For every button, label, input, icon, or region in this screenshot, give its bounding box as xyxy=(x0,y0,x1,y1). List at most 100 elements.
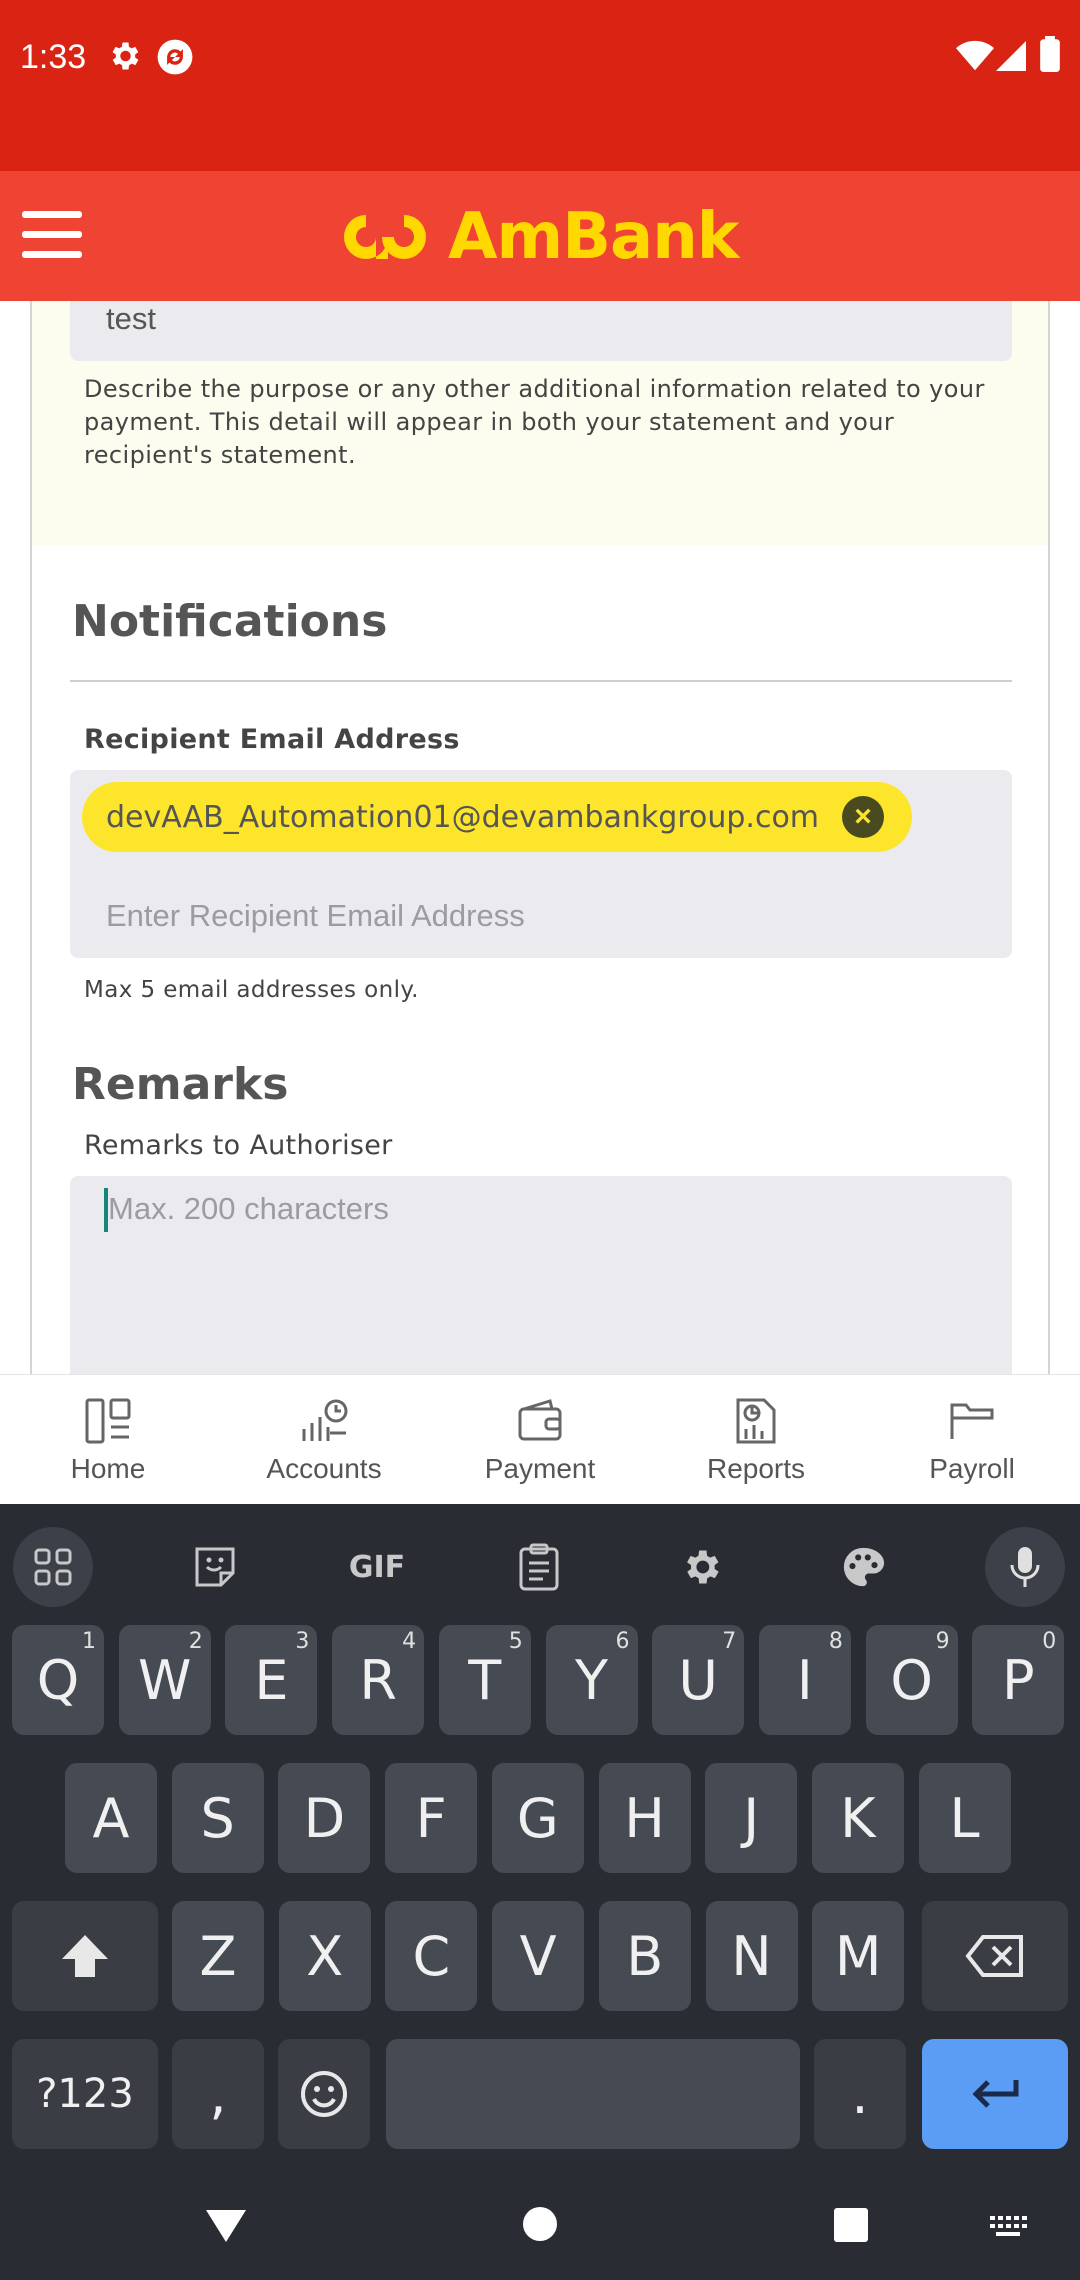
home-circle-icon[interactable] xyxy=(520,2204,560,2244)
key-u[interactable]: U7 xyxy=(652,1625,745,1735)
key-d[interactable]: D xyxy=(278,1763,371,1873)
clipboard-icon[interactable] xyxy=(499,1527,579,1607)
payment-details-section: test Describe the purpose or any other a… xyxy=(32,301,1048,545)
palette-icon[interactable] xyxy=(823,1527,903,1607)
signal-icon xyxy=(996,41,1026,71)
status-bar: 1:33 xyxy=(0,0,1080,171)
payment-reference-field[interactable]: test xyxy=(70,301,1012,361)
key-f[interactable]: F xyxy=(385,1763,478,1873)
backspace-key[interactable] xyxy=(922,1901,1068,2011)
period-key[interactable]: . xyxy=(814,2039,906,2149)
email-limit-hint: Max 5 email addresses only. xyxy=(84,977,419,1003)
key-label: Y xyxy=(575,1648,608,1712)
hamburger-menu-icon[interactable] xyxy=(22,211,82,261)
key-hint: 2 xyxy=(188,1629,203,1654)
gif-icon[interactable]: GIF xyxy=(337,1527,417,1607)
remarks-textarea[interactable]: Max. 200 characters xyxy=(70,1176,1012,1374)
key-i[interactable]: I8 xyxy=(758,1625,851,1735)
payment-reference-value: test xyxy=(106,301,156,336)
key-s[interactable]: S xyxy=(171,1763,264,1873)
battery-icon xyxy=(1040,36,1060,72)
key-label: W xyxy=(137,1648,192,1712)
brand-name: AmBank xyxy=(448,200,739,274)
payment-reference-helper: Describe the purpose or any other additi… xyxy=(84,375,985,469)
key-hint: 5 xyxy=(508,1629,523,1654)
recipient-email-field[interactable]: devAAB_Automation01@devambankgroup.com ×… xyxy=(70,770,1012,958)
key-hint: 7 xyxy=(722,1629,737,1654)
key-z[interactable]: Z xyxy=(172,1901,264,2011)
nav-item-payroll[interactable]: Payroll xyxy=(864,1375,1080,1504)
key-label: T xyxy=(468,1648,502,1712)
back-icon[interactable] xyxy=(204,2206,248,2246)
key-hint: 8 xyxy=(828,1629,843,1654)
nav-item-payment[interactable]: Payment xyxy=(432,1375,648,1504)
nav-label-home: Home xyxy=(70,1453,146,1484)
key-q[interactable]: Q1 xyxy=(12,1625,104,1735)
key-w[interactable]: W2 xyxy=(118,1625,211,1735)
key-c[interactable]: C xyxy=(385,1901,478,2011)
key-v[interactable]: V xyxy=(492,1901,585,2011)
wallet-icon xyxy=(518,1399,562,1441)
key-p[interactable]: P0 xyxy=(972,1625,1065,1735)
key-h[interactable]: H xyxy=(598,1763,691,1873)
key-r[interactable]: R4 xyxy=(332,1625,425,1735)
payment-form[interactable]: test Describe the purpose or any other a… xyxy=(0,301,1080,1374)
notifications-title: Notifications xyxy=(72,596,388,647)
shift-key[interactable] xyxy=(12,1901,158,2011)
folder-icon xyxy=(950,1403,994,1439)
nav-label-payroll: Payroll xyxy=(929,1453,1015,1484)
key-n[interactable]: N xyxy=(705,1901,798,2011)
key-y[interactable]: Y6 xyxy=(545,1625,638,1735)
nav-item-reports[interactable]: Reports xyxy=(648,1375,864,1504)
key-b[interactable]: B xyxy=(598,1901,691,2011)
remarks-title: Remarks xyxy=(72,1059,289,1110)
key-e[interactable]: E3 xyxy=(225,1625,318,1735)
shift-icon xyxy=(62,1935,108,1977)
enter-key[interactable] xyxy=(922,2039,1068,2149)
remove-email-icon[interactable]: × xyxy=(842,796,884,838)
email-chip[interactable]: devAAB_Automation01@devambankgroup.com × xyxy=(82,782,912,852)
nav-item-home[interactable]: Home xyxy=(0,1375,216,1504)
reports-icon xyxy=(736,1398,776,1444)
sticker-icon[interactable] xyxy=(175,1527,255,1607)
key-o[interactable]: O9 xyxy=(865,1625,958,1735)
remarks-placeholder: Max. 200 characters xyxy=(108,1191,389,1226)
nav-label-payment: Payment xyxy=(484,1453,596,1484)
key-label: P xyxy=(1002,1648,1035,1712)
recipient-email-input[interactable]: Enter Recipient Email Address xyxy=(106,898,525,934)
apps-grid-icon[interactable] xyxy=(13,1527,93,1607)
symbols-key[interactable]: ?123 xyxy=(12,2039,158,2149)
key-label: R xyxy=(359,1648,397,1712)
key-a[interactable]: A xyxy=(65,1763,157,1873)
nav-label-accounts: Accounts xyxy=(266,1453,382,1484)
key-hint: 0 xyxy=(1042,1629,1057,1654)
key-label: O xyxy=(890,1648,933,1712)
key-x[interactable]: X xyxy=(278,1901,371,2011)
emoji-key[interactable] xyxy=(278,2039,370,2149)
key-k[interactable]: K xyxy=(811,1763,904,1873)
key-label: Q xyxy=(36,1648,80,1712)
accounts-icon xyxy=(302,1399,348,1441)
nav-item-accounts[interactable]: Accounts xyxy=(216,1375,432,1504)
key-hint: 1 xyxy=(82,1629,96,1654)
app-header: AmBank xyxy=(0,171,1080,301)
key-m[interactable]: M xyxy=(812,1901,905,2011)
email-chip-text: devAAB_Automation01@devambankgroup.com xyxy=(106,799,820,835)
ambank-logo: AmBank xyxy=(336,199,739,275)
key-j[interactable]: J xyxy=(705,1763,798,1873)
key-hint: 6 xyxy=(615,1629,630,1654)
key-l[interactable]: L xyxy=(918,1763,1011,1873)
system-navigation-bar xyxy=(0,2176,1080,2280)
key-hint: 9 xyxy=(935,1629,950,1654)
remarks-label: Remarks to Authoriser xyxy=(84,1130,393,1161)
recents-icon[interactable] xyxy=(832,2206,870,2244)
settings-icon[interactable] xyxy=(661,1527,741,1607)
mic-icon[interactable] xyxy=(985,1527,1065,1607)
nav-label-reports: Reports xyxy=(706,1453,806,1484)
space-key[interactable] xyxy=(386,2039,800,2149)
key-hint: 4 xyxy=(402,1629,417,1654)
keyboard-switcher-icon[interactable] xyxy=(988,2214,1028,2238)
key-g[interactable]: G xyxy=(491,1763,584,1873)
key-t[interactable]: T5 xyxy=(438,1625,531,1735)
comma-key[interactable]: , xyxy=(172,2039,264,2149)
